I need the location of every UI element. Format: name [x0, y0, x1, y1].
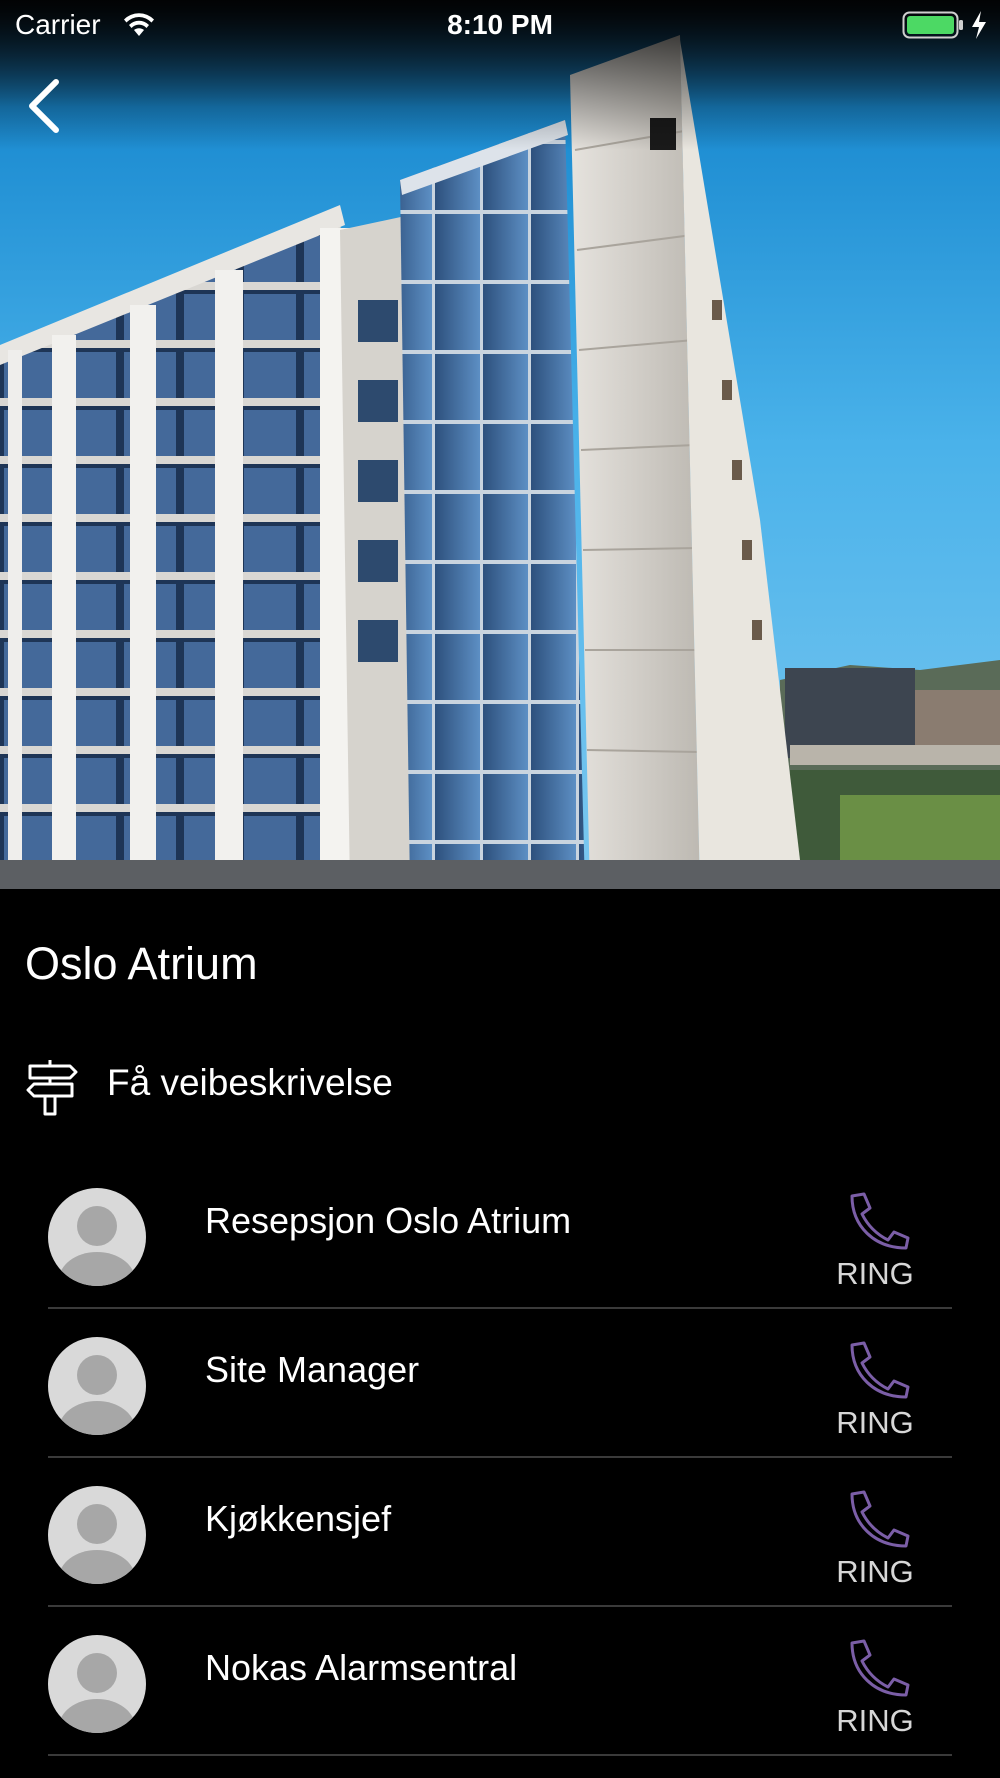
directions-label: Få veibeskrivelse	[107, 1062, 393, 1103]
call-button[interactable]: RING	[820, 1190, 930, 1291]
contact-name: Resepsjon Oslo Atrium	[205, 1200, 572, 1241]
call-label: RING	[836, 1554, 914, 1589]
contact-name: Nokas Alarmsentral	[205, 1647, 518, 1688]
signpost-icon	[26, 1060, 78, 1116]
phone-icon	[850, 1490, 910, 1548]
contact-row: Site Manager RING	[0, 1309, 1000, 1458]
phone-icon	[850, 1341, 910, 1399]
call-button[interactable]: RING	[820, 1488, 930, 1589]
call-button[interactable]: RING	[820, 1637, 930, 1738]
call-label: RING	[836, 1256, 914, 1291]
avatar-placeholder-icon	[48, 1486, 146, 1584]
contact-row: Nokas Alarmsentral RING	[0, 1607, 1000, 1756]
charging-bolt-icon	[972, 11, 986, 39]
contact-name: Site Manager	[205, 1349, 420, 1390]
call-label: RING	[836, 1703, 914, 1738]
row-divider	[48, 1754, 952, 1756]
call-button[interactable]: RING	[820, 1339, 930, 1440]
contact-list: Resepsjon Oslo Atrium RING Site Manager …	[0, 1160, 1000, 1756]
contact-row: Kjøkkensjef RING	[0, 1458, 1000, 1607]
chevron-left-icon	[29, 79, 59, 133]
avatar-placeholder-icon	[48, 1188, 146, 1286]
place-title: Oslo Atrium	[25, 938, 258, 989]
hero-building-image	[0, 0, 1000, 889]
avatar-placeholder-icon	[48, 1337, 146, 1435]
phone-icon	[850, 1192, 910, 1250]
contact-name: Kjøkkensjef	[205, 1498, 392, 1539]
call-label: RING	[836, 1405, 914, 1440]
clock-time: 8:10 PM	[447, 9, 553, 40]
battery-icon	[902, 11, 963, 39]
back-button[interactable]	[22, 70, 72, 134]
get-directions-button[interactable]: Få veibeskrivelse	[0, 1048, 1000, 1120]
status-bar: Carrier 8:10 PM	[0, 0, 1000, 52]
phone-icon	[850, 1639, 910, 1697]
contact-row: Resepsjon Oslo Atrium RING	[0, 1160, 1000, 1309]
avatar-placeholder-icon	[48, 1635, 146, 1733]
